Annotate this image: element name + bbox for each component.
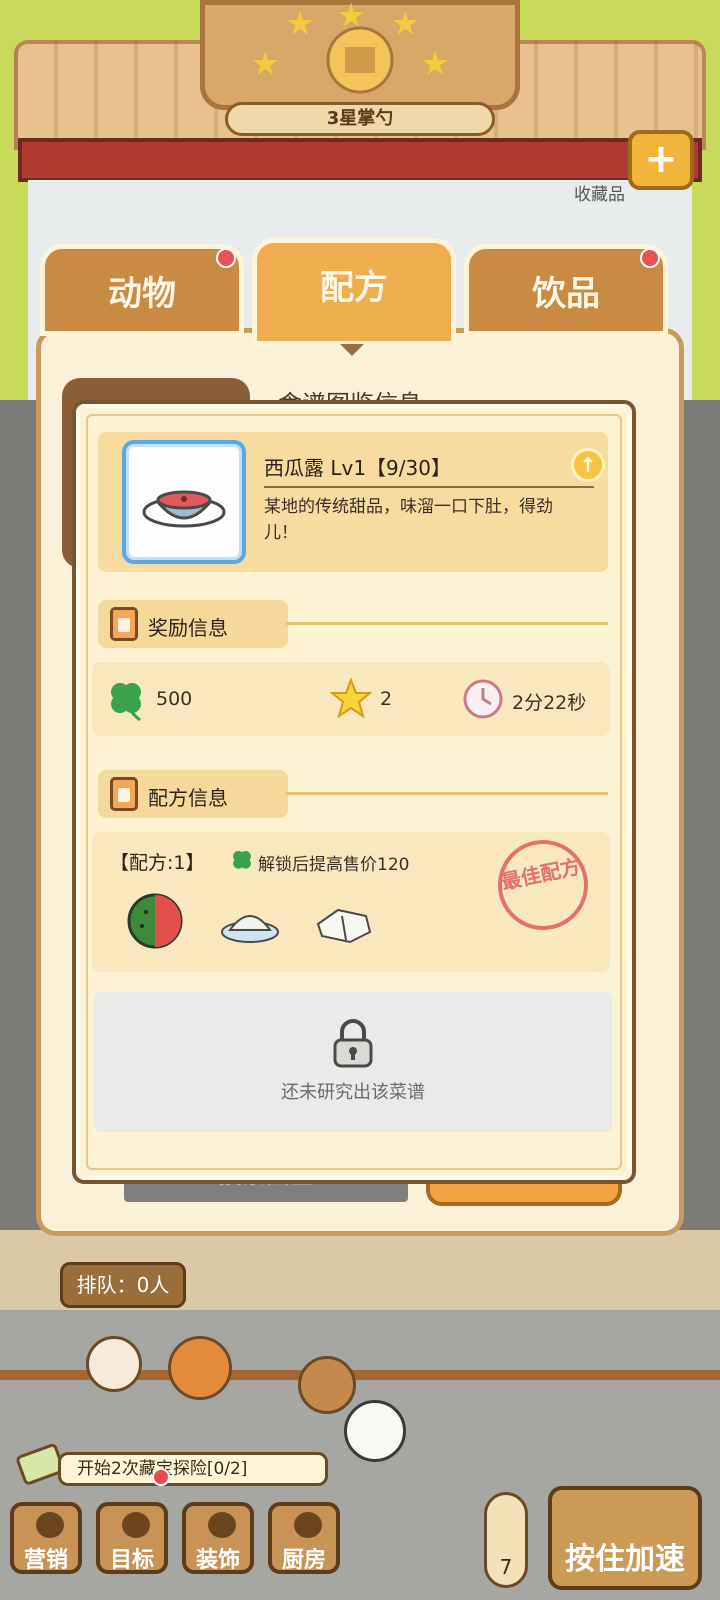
add-button[interactable]: + (628, 130, 694, 190)
rice-icon[interactable] (218, 898, 282, 946)
clover-icon (233, 850, 251, 869)
watermelon-icon[interactable] (124, 890, 186, 952)
cat-customer[interactable] (168, 1336, 232, 1400)
recipe-section-title: 配方信息 (148, 786, 228, 810)
speed-gauge-value: 7 (499, 1555, 513, 1579)
reward-section-title: 奖励信息 (148, 616, 228, 640)
shop-rank-plate: 3星掌勺 (225, 102, 495, 136)
tab-animals[interactable]: 动物 (40, 244, 244, 336)
name-divider (264, 486, 594, 488)
marketing-button[interactable]: 营销 (10, 1502, 82, 1574)
lock-icon (333, 1019, 373, 1068)
clock-icon (463, 679, 503, 719)
locked-message: 还未研究出该菜谱 (281, 1082, 425, 1103)
queue-sign: 排队：0人 (60, 1262, 186, 1308)
shop-awning (18, 138, 702, 182)
star-reward-value: 2 (380, 688, 393, 710)
goals-label: 目标 (109, 1548, 154, 1573)
time-reward-value: 2分22秒 (512, 692, 587, 714)
marketing-label: 营销 (23, 1548, 68, 1573)
megaphone-icon (36, 1512, 64, 1538)
reward-section-line (286, 622, 608, 625)
star-icon: ★ (390, 4, 421, 44)
mission-bar[interactable]: 开始2次藏宝探险[0/2] (58, 1452, 328, 1486)
tab-recipes[interactable]: 配方 (252, 238, 456, 346)
star-icon: ★ (420, 44, 451, 84)
dish-name: 西瓜露 Lv1【9/30】 (264, 456, 451, 480)
animals-alert-dot (216, 248, 236, 268)
clipboard-icon (110, 607, 138, 641)
dog-customer[interactable] (298, 1356, 356, 1414)
upgrade-arrow-icon[interactable]: ↑ (571, 448, 605, 482)
hold-to-speed-button[interactable]: 按住加速 (548, 1486, 702, 1590)
star-icon: ★ (336, 0, 367, 36)
active-tab-pointer (340, 344, 364, 356)
clipboard-icon (110, 777, 138, 811)
pig-customer[interactable] (86, 1336, 142, 1392)
decor-button[interactable]: 装饰 (182, 1502, 254, 1574)
decor-label: 装饰 (195, 1548, 240, 1573)
dish-description: 某地的传统甜品，味溜一口下肚，得劲儿！ (264, 497, 553, 543)
star-icon: ★ (285, 4, 316, 44)
drinks-alert-dot (640, 248, 660, 268)
clover-icon (111, 683, 141, 722)
goals-alert-dot (152, 1468, 170, 1486)
clover-reward-value: 500 (156, 688, 193, 710)
goals-button[interactable]: 目标 (96, 1502, 168, 1574)
star-icon: ★ (250, 44, 281, 84)
kitchen-button[interactable]: 厨房 (268, 1502, 340, 1574)
target-icon (122, 1512, 150, 1538)
speed-gauge: 7 (484, 1492, 528, 1588)
kitchen-label: 厨房 (281, 1548, 326, 1573)
recipe-count-label: 【配方:1】 (110, 852, 205, 874)
tofu-icon[interactable] (312, 898, 376, 946)
star-reward-icon (330, 678, 372, 719)
tab-drinks[interactable]: 饮品 (464, 244, 668, 336)
hammer-icon (208, 1512, 236, 1538)
recipe-bonus-text: 解锁后提高售价120 (258, 855, 410, 875)
calico-cat-waiter[interactable] (344, 1400, 406, 1462)
pot-icon (294, 1512, 322, 1538)
dish-image-frame (122, 440, 246, 564)
collection-label: 收藏品 (574, 185, 625, 205)
bowl-of-soup-icon (142, 490, 226, 528)
recipe-section-line (286, 792, 608, 795)
